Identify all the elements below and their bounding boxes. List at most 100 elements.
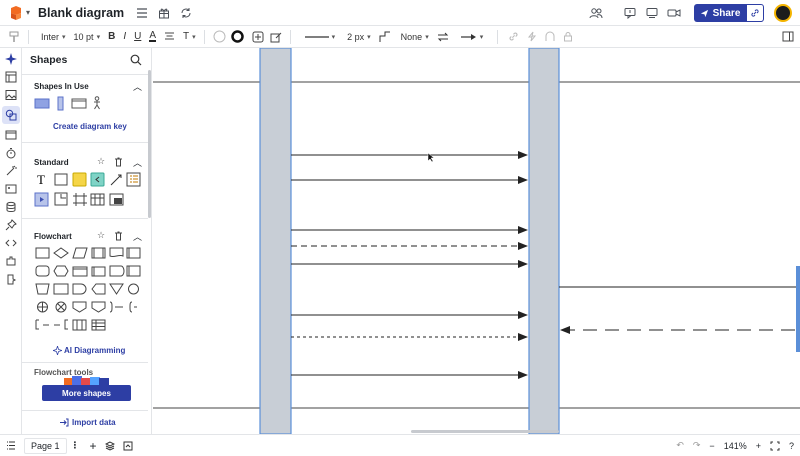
text-color-button[interactable]: A bbox=[149, 31, 156, 42]
fit-to-screen-icon[interactable] bbox=[770, 441, 780, 451]
page-list-icon[interactable] bbox=[6, 441, 16, 450]
standard-shapes-grid[interactable]: T bbox=[34, 172, 142, 208]
video-call-icon[interactable] bbox=[666, 5, 682, 21]
standard-heading: Standard bbox=[34, 158, 69, 167]
send-icon bbox=[700, 9, 708, 17]
align-icon[interactable] bbox=[164, 32, 175, 42]
pin-icon[interactable] bbox=[4, 218, 18, 232]
chevron-up-icon[interactable]: ︿ bbox=[133, 156, 142, 169]
arrow-end-select[interactable]: ▾ bbox=[460, 33, 483, 41]
gift-icon[interactable] bbox=[156, 5, 172, 21]
zoom-level[interactable]: 141% bbox=[724, 441, 747, 451]
link-icon[interactable] bbox=[508, 31, 519, 42]
images-icon[interactable] bbox=[4, 88, 18, 102]
data-icon[interactable] bbox=[545, 31, 555, 42]
ai-sparkle-icon[interactable] bbox=[4, 52, 18, 66]
templates-icon[interactable] bbox=[4, 70, 18, 84]
shape-options-icon[interactable] bbox=[252, 31, 264, 43]
page-options-icon[interactable]: ⋮ bbox=[71, 440, 80, 451]
shapes-in-use-list[interactable] bbox=[34, 96, 114, 112]
code-icon[interactable] bbox=[4, 236, 18, 250]
more-shapes-button[interactable]: More shapes bbox=[42, 385, 131, 401]
layers-icon[interactable] bbox=[104, 440, 115, 451]
panel-title: Shapes bbox=[30, 54, 68, 66]
divider bbox=[22, 218, 148, 219]
logo-menu-chevron-icon[interactable]: ▾ bbox=[26, 8, 30, 17]
star-icon[interactable]: ☆ bbox=[97, 230, 105, 241]
line-shape-icon[interactable] bbox=[379, 31, 391, 43]
font-family-value: Inter bbox=[41, 31, 60, 42]
share-button[interactable]: Share bbox=[694, 4, 746, 22]
bold-button[interactable]: B bbox=[108, 31, 115, 42]
flowchart-shapes-grid[interactable] bbox=[34, 246, 144, 336]
divider bbox=[22, 362, 148, 363]
italic-button[interactable]: I bbox=[123, 31, 126, 42]
line-width-value: 2 px bbox=[347, 31, 365, 42]
search-icon[interactable] bbox=[130, 54, 142, 66]
arrow-start-select[interactable]: None ▾ bbox=[401, 32, 429, 42]
lucid-logo-icon[interactable] bbox=[8, 5, 24, 21]
magic-wand-icon[interactable] bbox=[4, 164, 18, 178]
divider bbox=[497, 29, 499, 44]
trash-icon[interactable] bbox=[114, 231, 123, 241]
horizontal-scrollbar[interactable] bbox=[411, 430, 559, 433]
user-avatar[interactable] bbox=[774, 4, 792, 22]
fill-color-button[interactable] bbox=[213, 30, 226, 43]
undo-icon[interactable]: ↶ bbox=[676, 440, 684, 451]
trash-icon[interactable] bbox=[114, 157, 123, 167]
presentation-icon[interactable] bbox=[123, 441, 133, 451]
integrations-icon[interactable] bbox=[4, 254, 18, 268]
frame-icon[interactable] bbox=[4, 128, 18, 142]
chevron-down-icon: ▾ bbox=[96, 33, 101, 41]
page-tab[interactable]: Page 1 bbox=[24, 437, 67, 454]
action-bolt-icon[interactable] bbox=[527, 31, 537, 42]
style-edit-icon[interactable] bbox=[270, 31, 282, 43]
underline-button[interactable]: U bbox=[134, 31, 141, 42]
database-icon[interactable] bbox=[4, 200, 18, 214]
lifeline-1[interactable] bbox=[259, 48, 292, 434]
ai-diagramming-link[interactable]: AI Diagramming bbox=[64, 346, 125, 355]
sync-icon[interactable] bbox=[178, 5, 194, 21]
add-page-icon[interactable]: + bbox=[90, 439, 97, 453]
canvas-svg bbox=[153, 48, 800, 434]
toggle-right-panel-icon[interactable] bbox=[782, 31, 794, 42]
redo-icon[interactable]: ↷ bbox=[693, 440, 701, 451]
svg-text:T: T bbox=[37, 172, 45, 187]
diagram-canvas[interactable] bbox=[153, 48, 800, 434]
plugin-icon[interactable] bbox=[4, 272, 18, 286]
zoom-out-icon[interactable]: − bbox=[709, 441, 714, 451]
comments-icon[interactable] bbox=[622, 5, 638, 21]
panel-scrollbar[interactable] bbox=[148, 70, 151, 218]
line-color-button[interactable] bbox=[230, 30, 244, 43]
chevron-down-icon: ▾ bbox=[62, 33, 66, 41]
zoom-in-icon[interactable]: + bbox=[756, 441, 761, 451]
line-style-select[interactable]: ▾ bbox=[304, 33, 335, 41]
divider bbox=[22, 142, 148, 143]
bottom-bar: Page 1 ⋮ + ↶ ↷ − 141% + ? bbox=[0, 434, 800, 456]
text-options-icon[interactable]: T ▾ bbox=[183, 31, 196, 42]
collaborators-icon[interactable] bbox=[588, 5, 604, 21]
lifeline-3-edge[interactable] bbox=[796, 266, 800, 352]
document-title[interactable]: Blank diagram bbox=[38, 6, 124, 20]
format-painter-icon[interactable] bbox=[8, 31, 20, 43]
help-icon[interactable]: ? bbox=[789, 441, 794, 451]
lock-icon[interactable] bbox=[563, 31, 573, 42]
hamburger-menu-icon[interactable] bbox=[134, 5, 150, 21]
chevron-up-icon[interactable]: ︿ bbox=[133, 230, 142, 243]
star-icon[interactable]: ☆ bbox=[97, 156, 105, 167]
font-size-select[interactable]: 10 pt ▾ bbox=[74, 32, 101, 42]
line-width-select[interactable]: 2 px ▾ bbox=[347, 32, 371, 42]
chevron-up-icon[interactable]: ︿ bbox=[133, 80, 142, 93]
swap-arrows-icon[interactable] bbox=[437, 32, 449, 42]
divider bbox=[22, 74, 148, 75]
import-data-link[interactable]: Import data bbox=[72, 418, 116, 427]
chat-icon[interactable] bbox=[644, 5, 660, 21]
flowchart-heading: Flowchart bbox=[34, 232, 72, 241]
shapes-icon[interactable] bbox=[2, 106, 20, 124]
gallery-icon[interactable] bbox=[4, 182, 18, 196]
timer-icon[interactable] bbox=[4, 146, 18, 160]
lifeline-2[interactable] bbox=[528, 48, 560, 434]
font-family-select[interactable]: Inter ▾ bbox=[41, 32, 66, 42]
create-diagram-key-link[interactable]: Create diagram key bbox=[53, 122, 127, 131]
copy-link-button[interactable] bbox=[746, 4, 764, 22]
